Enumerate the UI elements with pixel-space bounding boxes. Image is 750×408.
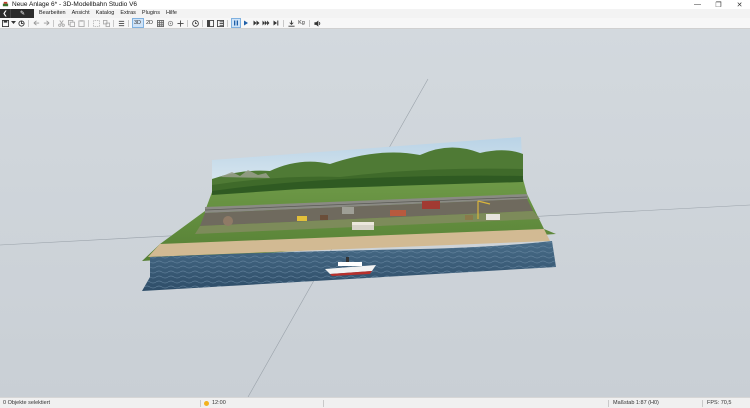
menu-bar: ❮ ✎ Bearbeiten Ansicht Katalog Extras Pl…: [0, 9, 750, 18]
menu-bearbeiten[interactable]: Bearbeiten: [36, 9, 69, 18]
snap-icon: [167, 20, 173, 26]
cut-icon: [57, 19, 65, 27]
fast-forward-button[interactable]: [252, 19, 261, 28]
sound-button[interactable]: [313, 19, 322, 28]
menu-items: Bearbeiten Ansicht Katalog Extras Plugin…: [36, 9, 180, 18]
toolbar-separator: [53, 19, 54, 27]
status-bar: 0 Objekte selektiert 12:00 Maßstab 1:87 …: [0, 397, 750, 408]
panel-left-button[interactable]: [206, 19, 215, 28]
maximize-button[interactable]: ❐: [708, 0, 729, 9]
view-3d-button[interactable]: 3D: [131, 18, 144, 28]
kg-button[interactable]: Kg: [297, 19, 307, 28]
skip-forward-icon: [262, 20, 270, 26]
edit-mode-button[interactable]: ✎: [10, 9, 34, 18]
toolbar-separator: [187, 19, 188, 27]
toolbar: 3D 2D Kg: [0, 18, 750, 29]
panel-left-icon: [206, 19, 214, 27]
menu-katalog[interactable]: Katalog: [93, 9, 118, 18]
close-button[interactable]: ✕: [729, 0, 750, 9]
export-button[interactable]: [287, 19, 296, 28]
cut-button[interactable]: [57, 19, 66, 28]
layers-button[interactable]: [117, 19, 126, 28]
toolbar-separator: [28, 19, 29, 27]
paste-icon: [77, 19, 85, 27]
ungroup-button[interactable]: [102, 19, 111, 28]
pause-icon: [233, 20, 238, 26]
pause-button[interactable]: [230, 18, 241, 28]
minimize-button[interactable]: —: [687, 0, 708, 9]
status-divider: [200, 400, 201, 407]
sun-icon: [204, 400, 209, 406]
speaker-icon: [313, 19, 320, 27]
menu-ansicht[interactable]: Ansicht: [69, 9, 93, 18]
title-bar: Neue Anlage 6* - 3D-Modellbahn Studio V6…: [0, 0, 750, 9]
status-divider: [608, 400, 609, 407]
move-icon: [176, 19, 184, 27]
menu-plugins[interactable]: Plugins: [139, 9, 163, 18]
save-button[interactable]: [1, 19, 10, 28]
play-icon: [244, 20, 248, 26]
view-2d-button[interactable]: 2D: [145, 19, 155, 28]
skip-end-icon: [273, 20, 279, 26]
3d-viewport[interactable]: [0, 29, 750, 397]
window-title: Neue Anlage 6* - 3D-Modellbahn Studio V6: [12, 1, 138, 8]
hand-icon: [17, 19, 25, 27]
paste-button[interactable]: [77, 19, 86, 28]
copy-icon: [67, 19, 75, 27]
play-button[interactable]: [242, 19, 251, 28]
hand-tool-button[interactable]: [17, 19, 26, 28]
scene-canvas[interactable]: [0, 29, 750, 397]
menu-nav: ❮ ✎: [0, 9, 34, 18]
save-dropdown-button[interactable]: [10, 19, 16, 28]
copy-button[interactable]: [67, 19, 76, 28]
fast-forward-icon: [253, 20, 259, 26]
back-button[interactable]: ❮: [0, 9, 10, 18]
app-icon: [2, 1, 9, 8]
menu-extras[interactable]: Extras: [117, 9, 139, 18]
toolbar-separator: [283, 19, 284, 27]
dropdown-icon: [10, 21, 16, 24]
save-icon: [1, 19, 9, 27]
window-controls: — ❐ ✕: [687, 0, 750, 9]
status-divider: [702, 400, 703, 407]
clock-icon: [191, 19, 199, 27]
undo-button[interactable]: [32, 19, 41, 28]
move-button[interactable]: [176, 19, 185, 28]
toolbar-separator: [227, 19, 228, 27]
redo-button[interactable]: [42, 19, 51, 28]
export-icon: [287, 19, 295, 27]
grid-button[interactable]: [156, 19, 165, 28]
undo-icon: [33, 20, 39, 26]
clock-button[interactable]: [191, 19, 200, 28]
status-divider: [323, 400, 324, 407]
toolbar-separator: [113, 19, 114, 27]
panel-right-button[interactable]: [216, 19, 225, 28]
skip-forward-button[interactable]: [262, 19, 271, 28]
ungroup-icon: [102, 19, 110, 27]
group-button[interactable]: [92, 19, 101, 28]
toolbar-separator: [309, 19, 310, 27]
panel-right-icon: [216, 19, 224, 27]
snap-button[interactable]: [166, 19, 175, 28]
toolbar-separator: [202, 19, 203, 27]
layout-baseboard: [142, 175, 556, 291]
redo-icon: [43, 20, 49, 26]
toolbar-separator: [128, 19, 129, 27]
grid-icon: [156, 19, 164, 27]
skip-end-button[interactable]: [272, 19, 281, 28]
layers-icon: [118, 20, 124, 26]
group-icon: [92, 19, 100, 27]
toolbar-separator: [88, 19, 89, 27]
menu-hilfe[interactable]: Hilfe: [163, 9, 180, 18]
